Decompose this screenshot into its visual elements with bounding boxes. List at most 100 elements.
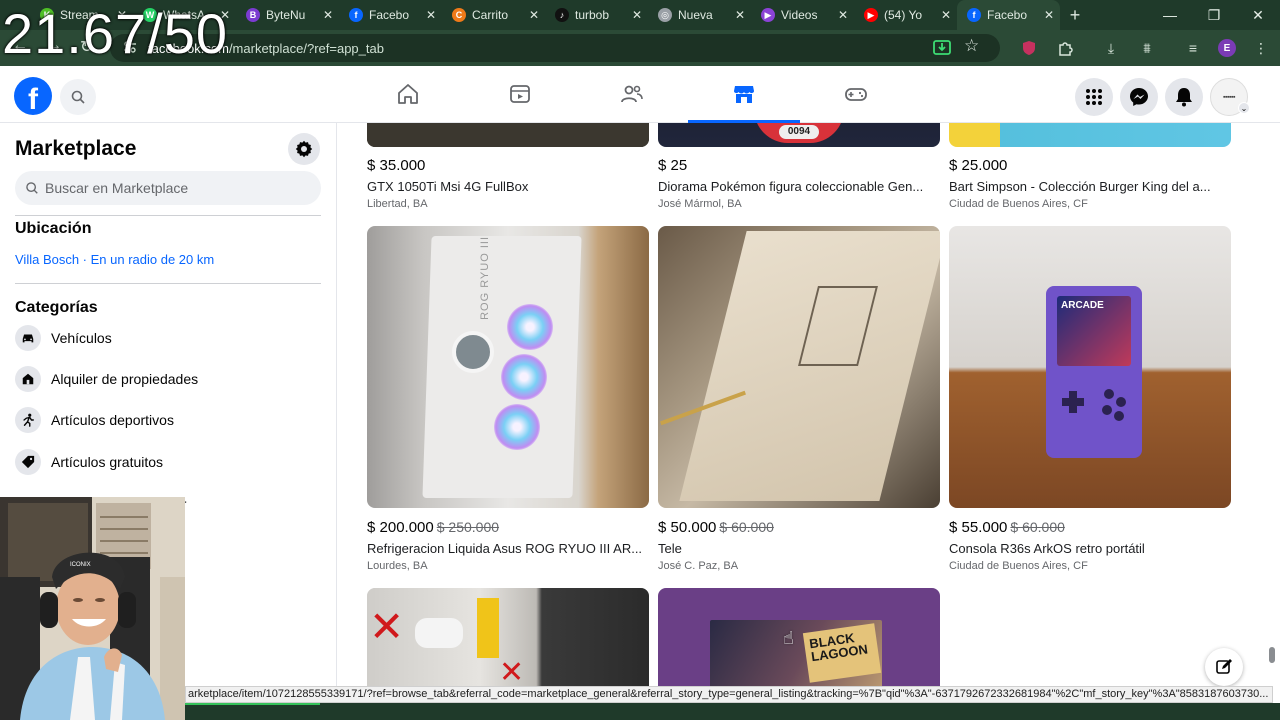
compose-message-button[interactable] [1205, 648, 1243, 686]
notifications-button[interactable] [1165, 78, 1203, 116]
browser-tab[interactable]: f Facebo ✕ [339, 0, 442, 30]
close-tab-icon[interactable]: ✕ [838, 8, 848, 22]
browser-tab[interactable]: ♪ turbob ✕ [545, 0, 648, 30]
listing-card[interactable]: ARCADE $ 55.000 $ 60.000 Consola R36s Ark… [949, 226, 1231, 572]
listing-price: $ 35.000 [367, 157, 649, 175]
location-heading: Ubicación [15, 220, 92, 237]
listing-image [658, 226, 940, 508]
reading-list-icon[interactable]: ≡ [1182, 37, 1204, 59]
close-tab-icon[interactable]: ✕ [1044, 8, 1054, 22]
listing-title: Refrigeracion Liquida Asus ROG RYUO III … [367, 541, 643, 556]
browser-tab[interactable]: f Facebo ✕ [957, 0, 1060, 30]
account-chevron-icon[interactable]: ⌄ [1238, 102, 1250, 114]
browser-tab[interactable]: ◎ Nueva ✕ [648, 0, 751, 30]
pump-photo [452, 331, 494, 373]
bell-icon [1176, 88, 1192, 107]
close-tab-icon[interactable]: ✕ [735, 8, 745, 22]
nav-gaming-tab[interactable] [800, 66, 912, 122]
mouse-cursor-icon: ☝ [783, 628, 794, 648]
listing-card[interactable]: 0094 $ 25 Diorama Pokémon figura colecci… [658, 123, 940, 210]
listing-location: Libertad, BA [367, 198, 428, 210]
browser-tab[interactable]: ▶ (54) Yo ✕ [854, 0, 957, 30]
browser-tab[interactable]: C Carrito ✕ [442, 0, 545, 30]
avatar-logo-icon: ▪▪▪▪▪▪ [1223, 93, 1235, 101]
nav-marketplace-tab[interactable] [688, 66, 800, 123]
tag-icon [15, 449, 41, 475]
listing-location: Lourdes, BA [367, 560, 428, 572]
facebook-search-button[interactable] [60, 79, 96, 115]
fan-photo [507, 304, 553, 350]
messenger-button[interactable] [1120, 78, 1158, 116]
close-window-icon[interactable]: ✕ [1236, 0, 1280, 30]
tab-title: ByteNu [266, 8, 306, 22]
nav-friends-tab[interactable] [576, 66, 688, 122]
friends-icon [621, 85, 643, 103]
compose-pencil-icon [1216, 659, 1232, 674]
sidebar-title: Marketplace [15, 137, 137, 160]
profile-avatar[interactable]: E [1218, 39, 1236, 57]
listing-card[interactable]: $ 25.000 Bart Simpson - Colección Burger… [949, 123, 1231, 210]
browser-menu-icon[interactable]: ⋮ [1250, 37, 1272, 59]
minimize-icon[interactable]: — [1148, 0, 1192, 30]
screen: 21.67/50 ⌄ K Stream ✕ W WhatsA ✕ B ByteNu ✕ f Face… [0, 0, 1280, 720]
listing-price: $ 25.000 [949, 157, 1231, 175]
categories-heading: Categorías [15, 299, 98, 316]
running-icon [15, 407, 41, 433]
link-status-bar: arketplace/item/1072128555339171/?ref=br… [185, 686, 1273, 703]
timer-overlay: 21.67/50 [2, 2, 228, 65]
close-tab-icon[interactable]: ✕ [323, 8, 333, 22]
ublock-shield-icon[interactable] [1018, 37, 1040, 59]
new-tab-plus-icon[interactable]: + [1060, 0, 1090, 30]
browser-tab[interactable]: B ByteNu ✕ [236, 0, 339, 30]
category-property-rentals[interactable]: Alquiler de propiedades [15, 364, 198, 394]
listing-card[interactable]: ROG RYUO III $ 200.000 $ 250.000 Refriger… [367, 226, 649, 572]
nav-video-tab[interactable] [464, 66, 576, 122]
listing-price: $ 55.000 $ 60.000 [949, 518, 1231, 537]
menu-grid-button[interactable] [1075, 78, 1113, 116]
pokemon-number-label: 0094 [779, 125, 819, 139]
grid-menu-icon [1086, 89, 1102, 105]
category-label: Artículos gratuitos [51, 454, 164, 470]
listing-card[interactable]: $ 50.000 $ 60.000 Tele José C. Paz, BA [658, 226, 940, 572]
install-app-icon[interactable] [932, 38, 952, 63]
category-free-stuff[interactable]: Artículos gratuitos [15, 447, 163, 477]
download-icon[interactable]: ⤓ [1100, 37, 1122, 59]
listing-image [949, 123, 1231, 147]
location-filter-link[interactable]: Villa Bosch · En un radio de 20 km [15, 252, 214, 267]
close-tab-icon[interactable]: ✕ [632, 8, 642, 22]
address-bar[interactable]: facebook.com/marketplace/?ref=app_tab [110, 34, 1000, 62]
category-label: Alquiler de propiedades [51, 371, 199, 387]
price-value: $ 200.000 [367, 519, 434, 536]
close-tab-icon[interactable]: ✕ [941, 8, 951, 22]
listing-price: $ 25 [658, 157, 940, 175]
scrollbar-thumb[interactable] [1269, 647, 1275, 663]
bottom-strip [0, 703, 1280, 720]
category-label: Vehículos [51, 330, 112, 346]
browser-tab[interactable]: ▶ Videos ✕ [751, 0, 854, 30]
settings-button[interactable] [288, 133, 320, 165]
listing-card[interactable]: $ 35.000 GTX 1050Ti Msi 4G FullBox Liber… [367, 123, 649, 210]
extensions-puzzle-icon[interactable] [1054, 37, 1076, 59]
marketplace-search-input[interactable]: Buscar en Marketplace [15, 171, 321, 205]
search-placeholder: Buscar en Marketplace [45, 180, 189, 196]
console-screen-label: ARCADE [1057, 296, 1131, 366]
extension-toolbar: ⤓ ⩩ ≡ E ⋮ [1018, 34, 1272, 62]
restore-icon[interactable]: ❐ [1192, 0, 1236, 30]
close-tab-icon[interactable]: ✕ [426, 8, 436, 22]
listing-title: Consola R36s ArkOS retro portátil [949, 541, 1145, 556]
close-tab-icon[interactable]: ✕ [529, 8, 539, 22]
divider [15, 215, 321, 216]
video-icon [510, 85, 530, 103]
nav-home-tab[interactable] [352, 66, 464, 122]
listing-location: José C. Paz, BA [658, 560, 739, 572]
vpn-icon[interactable]: ⩩ [1136, 37, 1158, 59]
tab-title: Facebo [987, 8, 1028, 22]
category-vehicles[interactable]: Vehículos [15, 323, 112, 353]
page-scrollbar[interactable] [1266, 123, 1278, 683]
tiktok-icon: ♪ [555, 8, 569, 22]
window-controls: — ❐ ✕ [1148, 0, 1280, 30]
facebook-logo-icon[interactable]: f [14, 77, 52, 115]
bookmark-star-icon[interactable]: ☆ [964, 36, 979, 56]
listing-image: ROG RYUO III [367, 226, 649, 508]
category-sporting-goods[interactable]: Artículos deportivos [15, 405, 174, 435]
